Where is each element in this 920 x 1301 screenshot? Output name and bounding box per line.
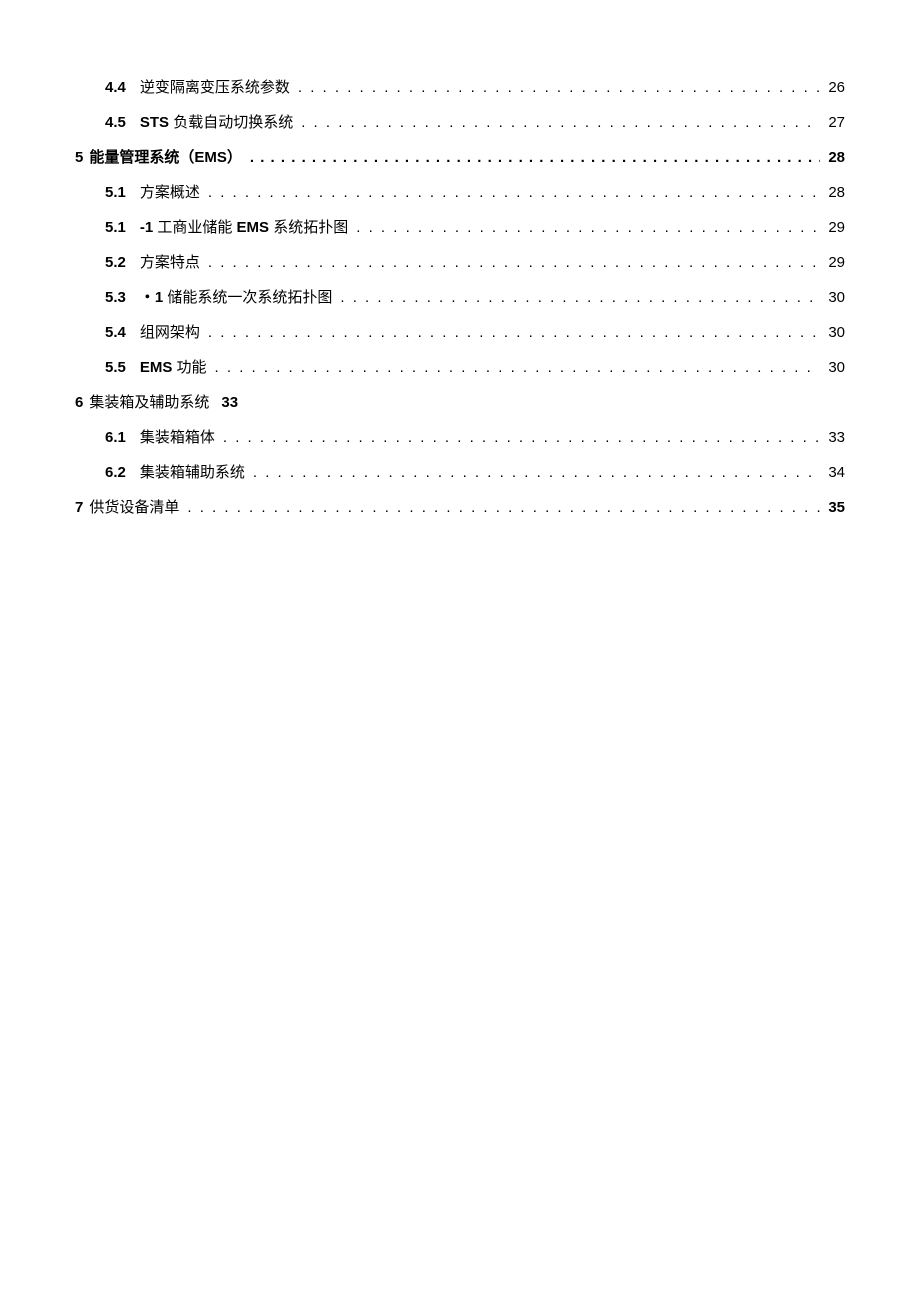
toc-subsection-row: 5.1 -1 工商业储能 EMS 系统拓扑图 . . . . . . . . . .… <box>75 220 845 235</box>
toc-entry-page: 28 <box>828 150 845 165</box>
toc-entry-number: 5.1 <box>105 185 126 200</box>
toc-entry-title: EMS 功能 <box>140 360 207 375</box>
toc-entry-title: 集装箱箱体 <box>140 430 215 445</box>
toc-entry-number: 4.5 <box>105 115 126 130</box>
toc-entry-title: -1 工商业储能 EMS 系统拓扑图 <box>140 220 348 235</box>
toc-entry-page: 28 <box>828 185 845 200</box>
toc-leader-dots: . . . . . . . . . . . . . . . . . . . . … <box>208 325 820 340</box>
toc-section-row: 5 能量管理系统（EMS） . . . . . . . . . . . . . . … <box>75 150 845 165</box>
toc-entry-number: 5 <box>75 150 83 165</box>
toc-entry-number: 6.1 <box>105 430 126 445</box>
toc-entry-number: 5.2 <box>105 255 126 270</box>
toc-entry-page: 33 <box>828 430 845 445</box>
toc-leader-dots: . . . . . . . . . . . . . . . . . . . . … <box>250 150 820 165</box>
toc-list: 4.4 逆变隔离变压系统参数 . . . . . . . . . . . . . .… <box>75 80 845 515</box>
toc-section-row: 7 供货设备清单 . . . . . . . . . . . . . . . . .… <box>75 500 845 515</box>
toc-entry-page: 30 <box>828 360 845 375</box>
toc-subsection-row: 5.5 EMS 功能 . . . . . . . . . . . . . . . .… <box>75 360 845 375</box>
toc-subsection-row: 5.4 组网架构 . . . . . . . . . . . . . . . . .… <box>75 325 845 340</box>
toc-subsection-row: 5.2 方案特点 . . . . . . . . . . . . . . . . .… <box>75 255 845 270</box>
toc-entry-page: 35 <box>828 500 845 515</box>
toc-entry-title: 集装箱辅助系统 <box>140 465 245 480</box>
toc-entry-title: 供货设备清单 <box>89 500 179 515</box>
toc-page: 4.4 逆变隔离变压系统参数 . . . . . . . . . . . . . .… <box>0 0 920 1301</box>
toc-leader-dots: . . . . . . . . . . . . . . . . . . . . … <box>301 115 820 130</box>
toc-entry-page: 30 <box>828 325 845 340</box>
toc-leader-dots: . . . . . . . . . . . . . . . . . . . . … <box>187 500 820 515</box>
toc-leader-dots: . . . . . . . . . . . . . . . . . . . . … <box>356 220 820 235</box>
toc-entry-title: STS 负载自动切换系统 <box>140 115 293 130</box>
toc-entry-number: 5.1 <box>105 220 126 235</box>
toc-leader-dots: . . . . . . . . . . . . . . . . . . . . … <box>340 290 820 305</box>
toc-leader-dots: . . . . . . . . . . . . . . . . . . . . … <box>223 430 820 445</box>
toc-entry-number: 6 <box>75 395 83 410</box>
toc-entry-page: 30 <box>828 290 845 305</box>
toc-entry-page: 33 <box>221 395 238 410</box>
toc-leader-dots: . . . . . . . . . . . . . . . . . . . . … <box>208 185 820 200</box>
toc-entry-title: ・1 储能系统一次系统拓扑图 <box>140 290 333 305</box>
toc-entry-number: 5.5 <box>105 360 126 375</box>
toc-entry-title: 方案特点 <box>140 255 200 270</box>
toc-entry-number: 7 <box>75 500 83 515</box>
toc-subsection-row: 6.2 集装箱辅助系统 . . . . . . . . . . . . . . . … <box>75 465 845 480</box>
toc-entry-page: 26 <box>828 80 845 95</box>
toc-leader-dots: . . . . . . . . . . . . . . . . . . . . … <box>215 360 821 375</box>
toc-subsection-row: 4.5 STS 负载自动切换系统 . . . . . . . . . . . . .… <box>75 115 845 130</box>
toc-leader-dots: . . . . . . . . . . . . . . . . . . . . … <box>298 80 820 95</box>
toc-entry-page: 34 <box>828 465 845 480</box>
toc-entry-number: 4.4 <box>105 80 126 95</box>
toc-entry-title: 组网架构 <box>140 325 200 340</box>
toc-entry-title: 方案概述 <box>140 185 200 200</box>
toc-subsection-row: 6.1 集装箱箱体 . . . . . . . . . . . . . . . . … <box>75 430 845 445</box>
toc-entry-page: 29 <box>828 220 845 235</box>
toc-entry-title: 能量管理系统（EMS） <box>89 150 242 165</box>
toc-entry-title: 集装箱及辅助系统 <box>89 395 209 410</box>
toc-entry-title: 逆变隔离变压系统参数 <box>140 80 290 95</box>
toc-section-row: 6 集装箱及辅助系统 33 <box>75 395 845 410</box>
toc-subsection-row: 4.4 逆变隔离变压系统参数 . . . . . . . . . . . . . .… <box>75 80 845 95</box>
toc-entry-number: 5.4 <box>105 325 126 340</box>
toc-subsection-row: 5.3 ・1 储能系统一次系统拓扑图 . . . . . . . . . . . .… <box>75 290 845 305</box>
toc-leader-dots: . . . . . . . . . . . . . . . . . . . . … <box>208 255 820 270</box>
toc-entry-page: 29 <box>828 255 845 270</box>
toc-entry-number: 5.3 <box>105 290 126 305</box>
toc-leader-dots: . . . . . . . . . . . . . . . . . . . . … <box>253 465 820 480</box>
toc-subsection-row: 5.1 方案概述 . . . . . . . . . . . . . . . . .… <box>75 185 845 200</box>
toc-entry-number: 6.2 <box>105 465 126 480</box>
toc-entry-page: 27 <box>828 115 845 130</box>
